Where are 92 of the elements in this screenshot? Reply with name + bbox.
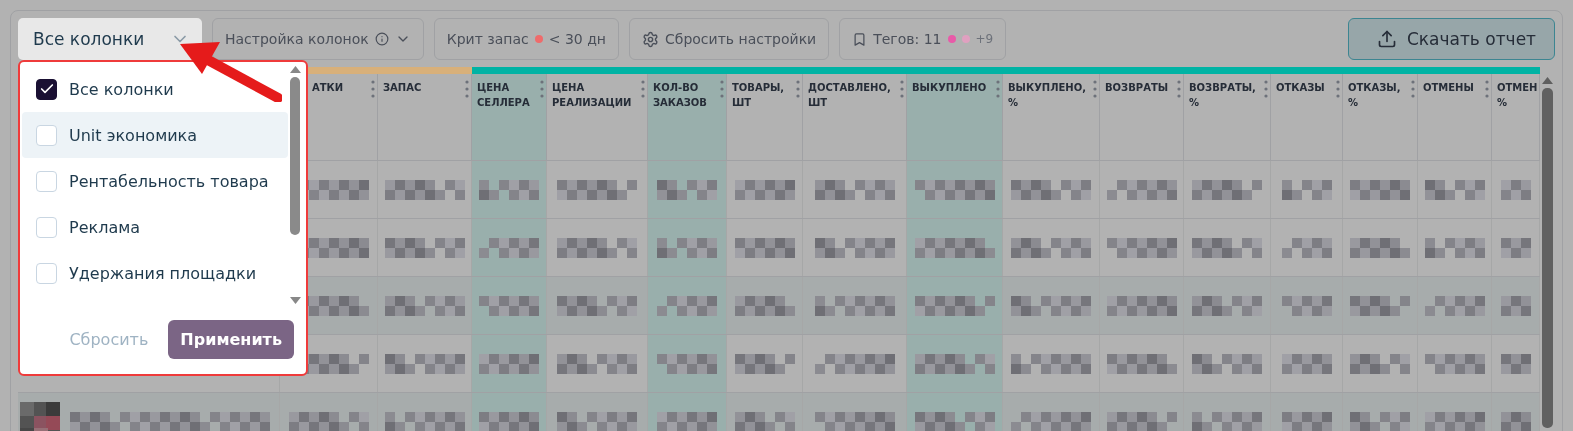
blurred-value [1500, 411, 1531, 431]
kebab-icon[interactable] [1093, 80, 1097, 98]
column-header[interactable]: ЦЕНА СЕЛЛЕРА [472, 74, 547, 160]
more-count: +9 [975, 32, 994, 46]
column-title: ВОЗВРАТЫ, % [1189, 81, 1257, 110]
column-header[interactable]: КОЛ-ВО ЗАКАЗОВ [648, 74, 727, 160]
column-title: ЗАПАС [383, 81, 422, 95]
column-title: ОТМЕНЫ [1423, 81, 1474, 95]
checkbox[interactable] [36, 78, 57, 100]
kebab-icon[interactable] [1411, 80, 1415, 98]
blurred-value [657, 295, 717, 316]
column-title: ВЫКУПЛЕНО, % [1008, 81, 1088, 110]
kebab-icon[interactable] [540, 80, 544, 98]
column-option[interactable]: Unit экономика [22, 112, 288, 158]
blurred-value [1281, 353, 1332, 374]
column-header[interactable]: ВЫКУПЛЕНО [907, 74, 1003, 160]
status-dot [534, 35, 543, 43]
blurred-value [1500, 179, 1531, 200]
blurred-value [1424, 295, 1485, 316]
upload-icon [1376, 29, 1397, 49]
blurred-value [657, 353, 717, 374]
kebab-icon[interactable] [996, 80, 1000, 98]
column-title: ЦЕНА РЕАЛИЗАЦИИ [552, 81, 633, 110]
column-title: АТКИ [312, 81, 344, 95]
scrollbar-thumb[interactable] [290, 77, 300, 235]
blurred-value [479, 237, 539, 258]
kebab-icon[interactable] [796, 80, 800, 98]
blurred-value [734, 237, 795, 258]
download-button[interactable]: Скачать отчет [1347, 18, 1555, 60]
settings-button[interactable]: Настройка колонок [212, 18, 424, 60]
column-title: ВЫКУПЛЕНО [912, 81, 987, 95]
settings-icon [642, 30, 659, 48]
blurred-value [1350, 179, 1410, 200]
column-title: ЦЕНА СЕЛЛЕРА [477, 81, 531, 110]
blurred-value [1106, 353, 1177, 374]
kebab-icon[interactable] [720, 80, 724, 98]
column-title: ТОВАРЫ, ШТ [732, 81, 786, 110]
blurred-value [1424, 237, 1485, 258]
blurred-value [734, 179, 795, 200]
blurred-value [1192, 237, 1262, 258]
column-title: ВОЗВРАТЫ [1105, 81, 1169, 95]
kebab-icon[interactable] [1264, 80, 1268, 98]
column-title: ДОСТАВЛЕНО, ШТ [808, 81, 892, 110]
kebab-icon[interactable] [1485, 80, 1489, 98]
column-option[interactable]: Реклама [22, 204, 288, 250]
kebab-icon[interactable] [1177, 80, 1181, 98]
blurred-value [1281, 295, 1332, 316]
blurred-value [1192, 295, 1262, 316]
blurred-value [1281, 179, 1332, 200]
info-icon [374, 32, 389, 46]
kebab-icon[interactable] [371, 80, 375, 98]
blurred-value [1281, 237, 1332, 258]
threshold-text: < 30 дн [548, 31, 606, 47]
scroll-down-icon[interactable] [289, 297, 301, 304]
blurred-value [1500, 353, 1531, 374]
scrollbar-thumb[interactable] [1542, 88, 1553, 428]
reset-button[interactable]: Сбросить настройки [629, 18, 830, 60]
column-title: ОТКАЗЫ [1276, 81, 1325, 95]
blurred-value [1500, 237, 1531, 258]
apply-button[interactable]: Применить [168, 320, 294, 359]
scroll-up-icon[interactable] [1542, 77, 1553, 84]
column-option[interactable]: Удержания площадки [22, 250, 288, 296]
blurred-value [1106, 295, 1177, 316]
blurred-value [734, 353, 795, 374]
blurred-value [479, 179, 539, 200]
blurred-value [657, 237, 717, 258]
blurred-value [1192, 179, 1262, 200]
column-option[interactable]: Рентабельность товара [22, 158, 288, 204]
blurred-value [657, 179, 717, 200]
blurred-value [479, 353, 539, 374]
blurred-value [1106, 237, 1177, 258]
blurred-value [1350, 353, 1410, 374]
column-title: КОЛ-ВО ЗАКАЗОВ [653, 81, 708, 110]
kebab-icon[interactable] [900, 80, 904, 98]
crit-button[interactable]: Крит запас < 30 дн [433, 18, 619, 60]
blurred-value [1350, 237, 1410, 258]
column-title: ОТКАЗЫ, % [1348, 81, 1402, 110]
bookmark-icon [852, 31, 868, 47]
kebab-icon[interactable] [1336, 80, 1340, 98]
blurred-value [1106, 179, 1177, 200]
blurred-value [1424, 353, 1485, 374]
blurred-value [1350, 295, 1410, 316]
blurred-value [1424, 179, 1485, 200]
kebab-icon[interactable] [641, 80, 645, 98]
tags-button[interactable]: Тегов: 11 +9 [839, 18, 1007, 60]
blurred-value [479, 295, 539, 316]
column-select[interactable]: Все колонки [18, 18, 202, 60]
blurred-value [1192, 353, 1262, 374]
column-title: ОТМЕН % [1497, 81, 1538, 110]
kebab-icon[interactable] [465, 80, 469, 98]
blurred-value [734, 295, 795, 316]
blurred-value [1500, 295, 1531, 316]
